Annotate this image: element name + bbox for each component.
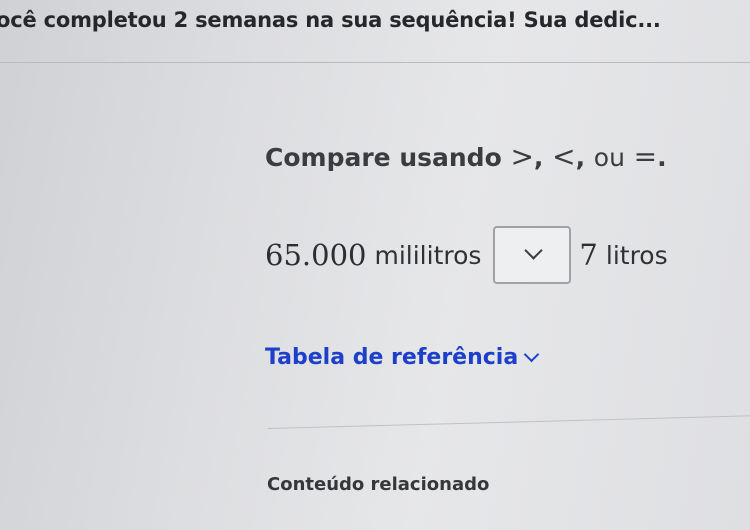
reference-table-toggle[interactable]: Tabela de referência bbox=[265, 345, 540, 370]
chevron-down-icon bbox=[524, 241, 544, 260]
comparison-row: 65.000 mililitros 7 litros bbox=[265, 226, 668, 284]
prompt-comma-1: , bbox=[533, 143, 553, 172]
related-content-heading: Conteúdo relacionado bbox=[267, 474, 490, 495]
greater-than-symbol: > bbox=[510, 140, 534, 173]
prompt-or-word: ou bbox=[593, 143, 625, 172]
left-unit: mililitros bbox=[374, 240, 482, 270]
section-divider bbox=[267, 415, 750, 429]
right-value: 7 bbox=[579, 238, 598, 272]
left-value: 65.000 bbox=[265, 238, 367, 272]
prompt-period: . bbox=[657, 143, 667, 172]
comparison-select[interactable] bbox=[493, 226, 572, 284]
right-unit: litros bbox=[605, 240, 668, 270]
banner-divider bbox=[0, 62, 750, 63]
less-than-symbol: < bbox=[552, 140, 576, 173]
prompt-comma-2: , bbox=[575, 143, 594, 172]
prompt-lead: Compare usando bbox=[265, 143, 511, 172]
streak-message: ocê completou 2 semanas na sua sequência… bbox=[0, 8, 661, 32]
streak-banner: ocê completou 2 semanas na sua sequência… bbox=[0, 0, 750, 52]
question-prompt: Compare usando >, <, ou =. bbox=[265, 140, 667, 173]
chevron-down-icon bbox=[523, 346, 540, 363]
equals-symbol: = bbox=[633, 140, 658, 173]
reference-table-label: Tabela de referência bbox=[265, 345, 519, 370]
